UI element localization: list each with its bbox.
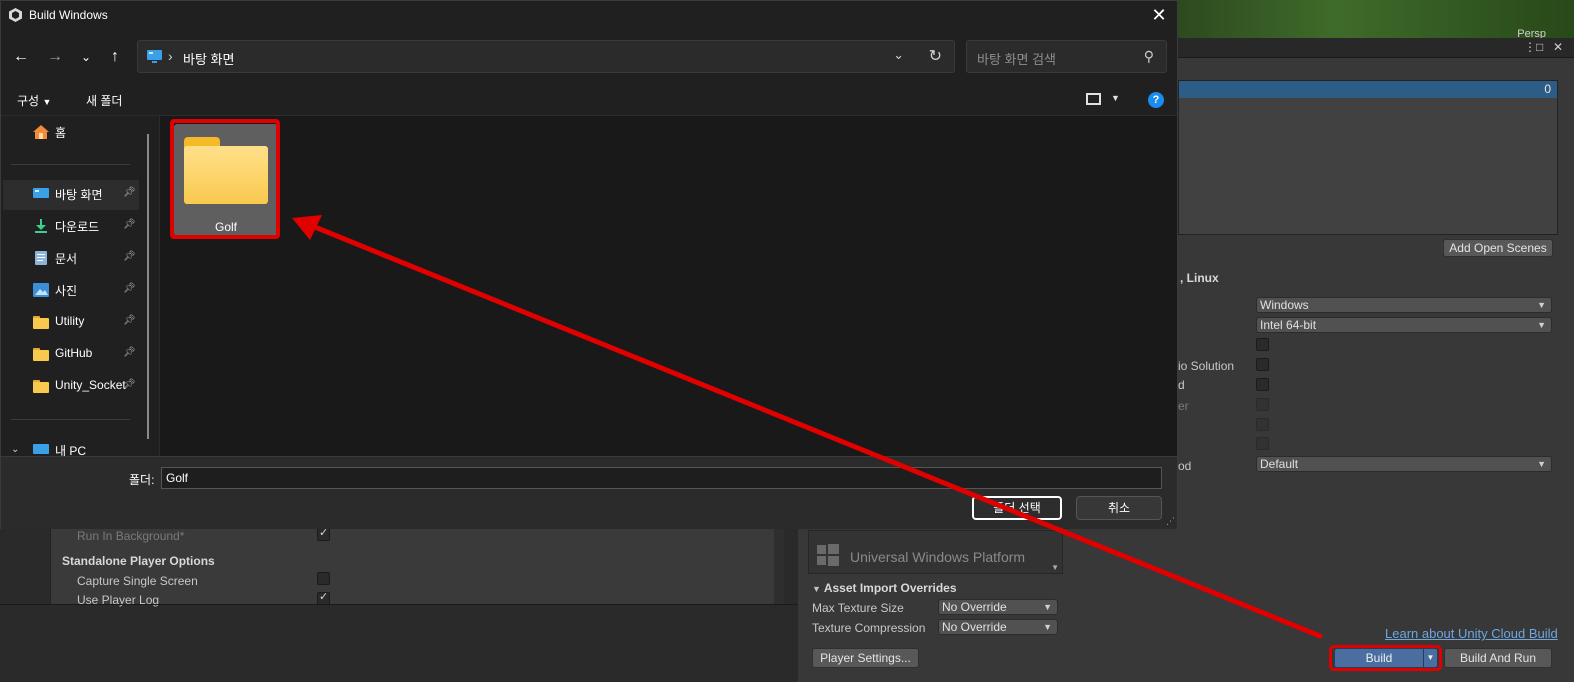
annotation-arrow bbox=[292, 215, 1323, 639]
